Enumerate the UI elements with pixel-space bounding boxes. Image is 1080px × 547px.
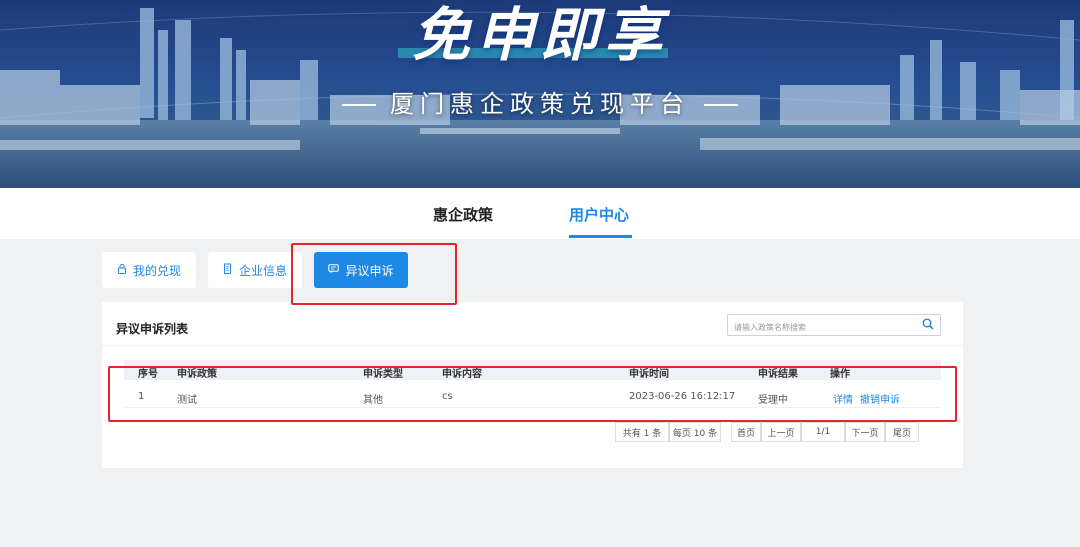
header-type: 申诉类型 <box>363 369 403 380</box>
active-tab-indicator <box>569 235 632 238</box>
pagination-next[interactable]: 下一页 <box>845 422 885 442</box>
lock-icon <box>117 263 127 277</box>
pagination-total: 共有 1 条 <box>615 422 669 442</box>
cell-policy: 测试 <box>177 395 197 406</box>
chat-icon <box>328 263 340 277</box>
pagination-first[interactable]: 首页 <box>731 422 761 442</box>
building-icon <box>223 263 233 277</box>
banner: 免申即享 厦门惠企政策兑现平台 <box>0 0 1080 188</box>
cell-content: cs <box>442 391 453 402</box>
pagination-last[interactable]: 尾页 <box>885 422 919 442</box>
header-index: 序号 <box>138 369 158 380</box>
search-icon[interactable] <box>922 318 934 330</box>
search-box <box>727 314 941 338</box>
main-nav: 惠企政策 用户中心 <box>0 188 1080 239</box>
pagination-per-page[interactable]: 每页 10 条 <box>669 422 721 442</box>
divider <box>102 345 963 346</box>
cell-result: 受理中 <box>758 395 788 406</box>
panel-title: 异议申诉列表 <box>116 322 189 336</box>
nav-tab-user-center[interactable]: 用户中心 <box>569 204 629 225</box>
details-link[interactable]: 详情 <box>833 391 853 406</box>
cell-index: 1 <box>138 391 145 402</box>
nav-tab-policy[interactable]: 惠企政策 <box>433 204 493 225</box>
company-info-button[interactable]: 企业信息 <box>208 252 302 288</box>
table-row: 1 测试 其他 cs 2023-06-26 16:12:17 受理中 详情 撤销… <box>124 386 941 408</box>
banner-subtitle: 厦门惠企政策兑现平台 <box>0 84 1080 119</box>
dash-left <box>342 104 376 106</box>
cell-type: 其他 <box>363 395 383 406</box>
banner-subtitle-text: 厦门惠企政策兑现平台 <box>390 90 690 118</box>
appeal-list-panel: 异议申诉列表 序号 申诉政策 申诉类型 申诉内容 申诉时间 申诉结果 操作 1 … <box>102 302 963 468</box>
header-policy: 申诉政策 <box>177 369 217 380</box>
header-result: 申诉结果 <box>758 369 798 380</box>
pagination-current: 1/1 <box>801 422 845 442</box>
header-content: 申诉内容 <box>442 369 482 380</box>
company-info-label: 企业信息 <box>238 263 287 278</box>
cell-time: 2023-06-26 16:12:17 <box>629 391 736 402</box>
header-time: 申诉时间 <box>629 369 669 380</box>
dash-right <box>704 104 738 106</box>
table-header: 序号 申诉政策 申诉类型 申诉内容 申诉时间 申诉结果 操作 <box>124 360 941 380</box>
revoke-appeal-link[interactable]: 撤销申诉 <box>860 391 900 406</box>
search-input[interactable] <box>728 317 918 338</box>
objection-appeal-label: 异议申诉 <box>345 263 394 278</box>
my-redemption-button[interactable]: 我的兑现 <box>102 252 196 288</box>
my-redemption-label: 我的兑现 <box>132 263 181 278</box>
pagination-prev[interactable]: 上一页 <box>761 422 801 442</box>
header-actions: 操作 <box>830 369 850 380</box>
banner-title: 免申即享 <box>411 1 668 69</box>
objection-appeal-button[interactable]: 异议申诉 <box>314 252 408 288</box>
